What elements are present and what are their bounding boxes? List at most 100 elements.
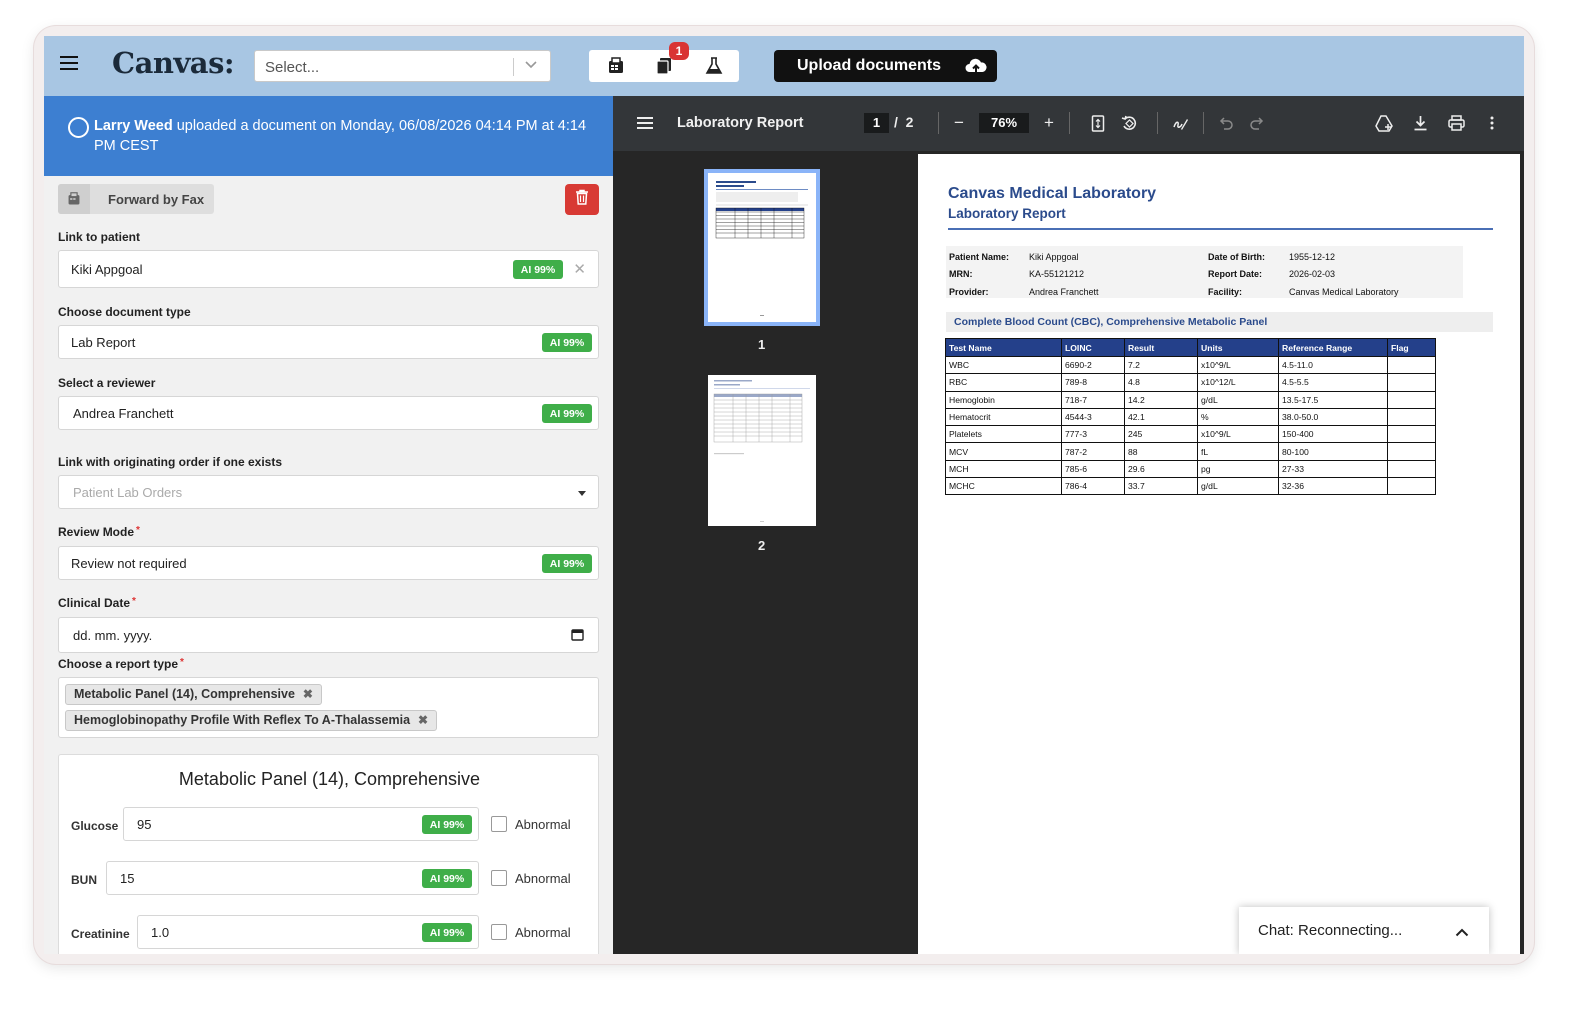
table-cell: 7.2	[1124, 355, 1198, 375]
table-cell: 4.5-11.0	[1278, 355, 1388, 375]
table-cell	[1387, 459, 1436, 479]
abnormal-checkbox[interactable]	[491, 816, 507, 832]
table-cell	[1387, 425, 1436, 444]
download-icon[interactable]	[1411, 114, 1429, 132]
bun-input[interactable]: 15 AI 99%	[106, 861, 479, 895]
rotate-icon[interactable]	[1120, 114, 1138, 132]
review-mode-value: Review not required	[71, 556, 187, 571]
zoom-level-input[interactable]: 76%	[979, 113, 1029, 133]
drive-add-icon[interactable]	[1375, 114, 1393, 132]
creatinine-input[interactable]: 1.0 AI 99%	[137, 915, 479, 949]
meta-value: 2026-02-03	[1289, 269, 1336, 279]
table-cell: 88	[1124, 442, 1198, 461]
menu-icon[interactable]	[60, 56, 78, 74]
abnormal-checkbox[interactable]	[491, 870, 507, 886]
ai-confidence-badge: AI 99%	[542, 333, 592, 352]
caret-down-icon[interactable]	[578, 491, 586, 496]
review-mode-label: Review Mode *	[58, 525, 140, 539]
doc-type-value: Lab Report	[71, 335, 136, 350]
table-cell: MCV	[945, 442, 1062, 461]
app-logo[interactable]: Canvas:	[112, 46, 235, 80]
document-type-field[interactable]: Lab Report AI 99%	[58, 325, 599, 359]
reviewer-value: Andrea Franchett	[73, 406, 174, 421]
lab-flask-icon[interactable]	[703, 55, 725, 77]
fax-icon[interactable]	[605, 55, 627, 77]
pdf-viewer: Laboratory Report 1 / 2 − 76% + 1 2 Canv…	[613, 96, 1524, 954]
chip-label: Hemoglobinopathy Profile With Reflex To …	[74, 713, 411, 727]
zoom-in-icon[interactable]: +	[1040, 114, 1058, 132]
table-cell: x10^12/L	[1197, 373, 1279, 392]
chevron-up-icon[interactable]	[1455, 924, 1469, 941]
print-icon[interactable]	[1447, 114, 1465, 132]
review-mode-label-text: Review Mode	[58, 525, 135, 539]
clinical-date-label: Clinical Date *	[58, 596, 136, 610]
table-cell: 777-3	[1061, 425, 1125, 444]
report-type-multiselect[interactable]: Metabolic Panel (14), Comprehensive ✖ He…	[58, 677, 599, 738]
table-cell: 42.1	[1124, 407, 1198, 427]
reviewer-field[interactable]: Andrea Franchett AI 99%	[58, 396, 599, 430]
select-divider	[513, 58, 514, 76]
thumbnail-label: 2	[758, 538, 766, 553]
upload-notice-banner: Larry Weed uploaded a document on Monday…	[44, 96, 613, 176]
calendar-icon[interactable]	[571, 628, 584, 644]
patient-field[interactable]: Kiki Appgoal AI 99% ✕	[58, 250, 599, 288]
chat-widget[interactable]: Chat: Reconnecting...	[1239, 907, 1489, 954]
lab-order-select[interactable]: Patient Lab Orders	[58, 475, 599, 509]
meta-value: 1955-12-12	[1289, 252, 1336, 262]
toolbar-divider	[938, 112, 939, 134]
table-cell	[1387, 355, 1436, 375]
review-mode-field[interactable]: Review not required AI 99%	[58, 546, 599, 580]
upload-documents-button[interactable]: Upload documents	[774, 50, 997, 82]
trash-icon	[575, 189, 589, 210]
result-value: 95	[137, 817, 152, 832]
total-pages: 2	[905, 114, 914, 130]
table-cell: 4.5-5.5	[1278, 373, 1388, 392]
meta-label: MRN:	[949, 269, 973, 279]
lab-order-placeholder: Patient Lab Orders	[73, 485, 183, 500]
date-placeholder: dd. mm. yyyy.	[73, 628, 153, 643]
column-header: Test Name	[945, 338, 1062, 357]
redo-icon[interactable]	[1248, 114, 1266, 132]
result-value: 1.0	[151, 925, 170, 940]
delete-button[interactable]	[565, 184, 599, 215]
notification-badge: 1	[669, 42, 689, 60]
toolbar-divider	[1157, 112, 1158, 134]
table-cell: 245	[1124, 425, 1198, 444]
column-header: LOINC	[1061, 338, 1125, 357]
page-thumbnail-2[interactable]	[708, 375, 816, 526]
more-options-icon[interactable]	[1483, 114, 1501, 132]
clinical-date-label-text: Clinical Date	[58, 596, 131, 610]
forward-by-fax-button[interactable]: Forward by Fax	[58, 184, 214, 214]
chevron-down-icon[interactable]	[524, 57, 538, 74]
remove-chip-icon[interactable]: ✖	[303, 687, 313, 701]
table-cell	[1387, 390, 1436, 409]
metabolic-panel-card: Metabolic Panel (14), Comprehensive Gluc…	[58, 754, 599, 954]
panel-title: Metabolic Panel (14), Comprehensive	[178, 769, 481, 789]
sidebar-toggle-icon[interactable]	[637, 117, 653, 132]
section-title: Complete Blood Count (CBC), Comprehensiv…	[954, 316, 1268, 328]
patient-value: Kiki Appgoal	[71, 262, 143, 277]
table-cell: RBC	[945, 373, 1062, 392]
fit-page-icon[interactable]	[1089, 114, 1107, 132]
table-cell: 33.7	[1124, 477, 1198, 496]
toolbar-divider	[1203, 112, 1204, 134]
meta-label: Patient Name:	[949, 252, 1010, 262]
abnormal-checkbox[interactable]	[491, 924, 507, 940]
page-number-input[interactable]: 1	[864, 113, 889, 133]
clinical-date-input[interactable]: dd. mm. yyyy.	[58, 617, 599, 653]
table-row: Platelets 777-3 245 x10^9/L 150-400	[945, 425, 1436, 444]
clear-icon[interactable]: ✕	[573, 260, 586, 278]
page-thumbnail-1[interactable]	[704, 169, 820, 326]
patient-search-select[interactable]: Select...	[254, 50, 551, 82]
table-cell: 4.8	[1124, 373, 1198, 392]
order-label: Link with originating order if one exist…	[58, 455, 283, 469]
glucose-input[interactable]: 95 AI 99%	[123, 807, 479, 841]
remove-chip-icon[interactable]: ✖	[418, 713, 428, 727]
undo-icon[interactable]	[1216, 114, 1234, 132]
report-type-label: Choose a report type *	[58, 657, 184, 671]
zoom-out-icon[interactable]: −	[950, 114, 968, 132]
annotate-icon[interactable]	[1171, 114, 1189, 132]
section-header: Complete Blood Count (CBC), Comprehensiv…	[946, 312, 1493, 332]
table-row: MCHC 786-4 33.7 g/dL 32-36	[945, 477, 1436, 496]
result-label: Creatinine	[71, 927, 130, 941]
